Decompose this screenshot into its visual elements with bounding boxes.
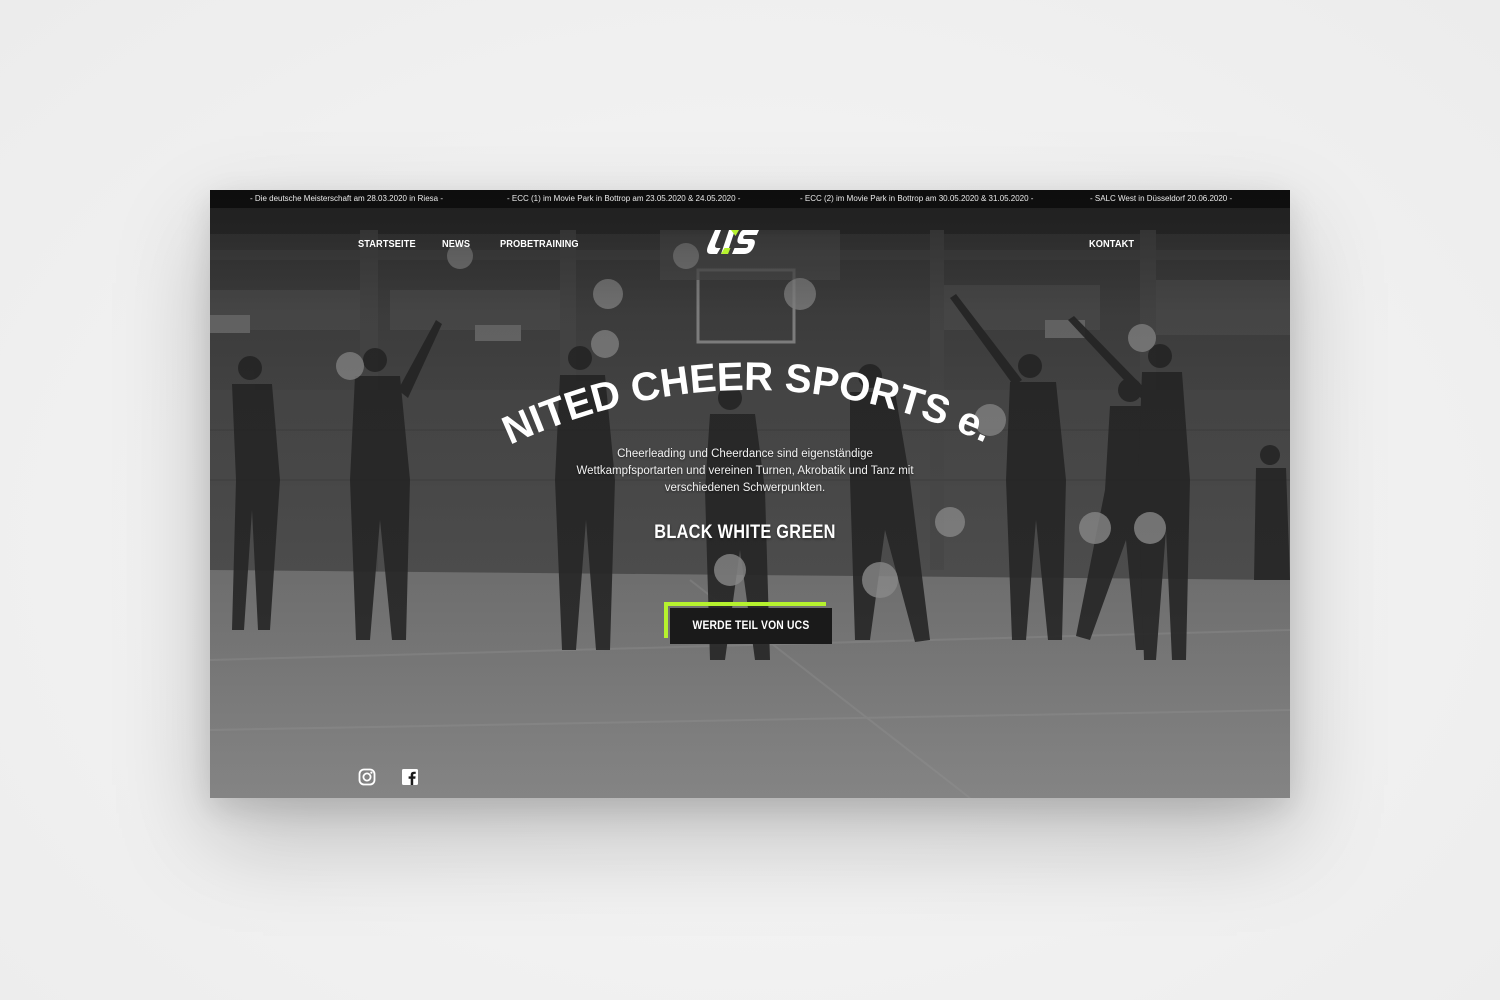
instagram-icon[interactable] — [358, 768, 376, 786]
nav-startseite[interactable]: STARTSEITE — [358, 238, 416, 250]
ticker-item: - SALC West in Düsseldorf 20.06.2020 - — [1090, 194, 1233, 203]
hero-subtitle: BLACK WHITE GREEN — [654, 522, 836, 543]
hero-title-text: UNITED CHEER SPORTS e.V. — [480, 330, 999, 450]
page-backdrop: - Die deutsche Meisterschaft am 28.03.20… — [0, 0, 1500, 1000]
nav-kontakt[interactable]: KONTAKT — [1089, 238, 1134, 250]
website-screenshot: - Die deutsche Meisterschaft am 28.03.20… — [210, 190, 1290, 798]
svg-text:UNITED CHEER SPORTS e.V.: UNITED CHEER SPORTS e.V. — [480, 330, 999, 450]
facebook-icon[interactable] — [401, 768, 419, 786]
ticker-item: - Die deutsche Meisterschaft am 28.03.20… — [250, 194, 443, 203]
nav-probetraining[interactable]: PROBETRAINING — [500, 238, 579, 250]
join-ucs-button-label: WERDE TEIL VON UCS — [692, 620, 810, 632]
news-ticker: - Die deutsche Meisterschaft am 28.03.20… — [210, 190, 1290, 208]
ticker-item: - ECC (1) im Movie Park in Bottrop am 23… — [507, 194, 741, 203]
ticker-item: - ECC (2) im Movie Park in Bottrop am 30… — [800, 194, 1034, 203]
ucs-logo[interactable] — [704, 226, 760, 258]
join-ucs-button[interactable]: WERDE TEIL VON UCS — [670, 608, 832, 644]
cta-container: WERDE TEIL VON UCS — [664, 602, 832, 644]
nav-news[interactable]: NEWS — [442, 238, 470, 250]
hero-description: Cheerleading und Cheerdance sind eigenst… — [576, 448, 914, 494]
hero-title: UNITED CHEER SPORTS e.V. — [480, 330, 999, 450]
